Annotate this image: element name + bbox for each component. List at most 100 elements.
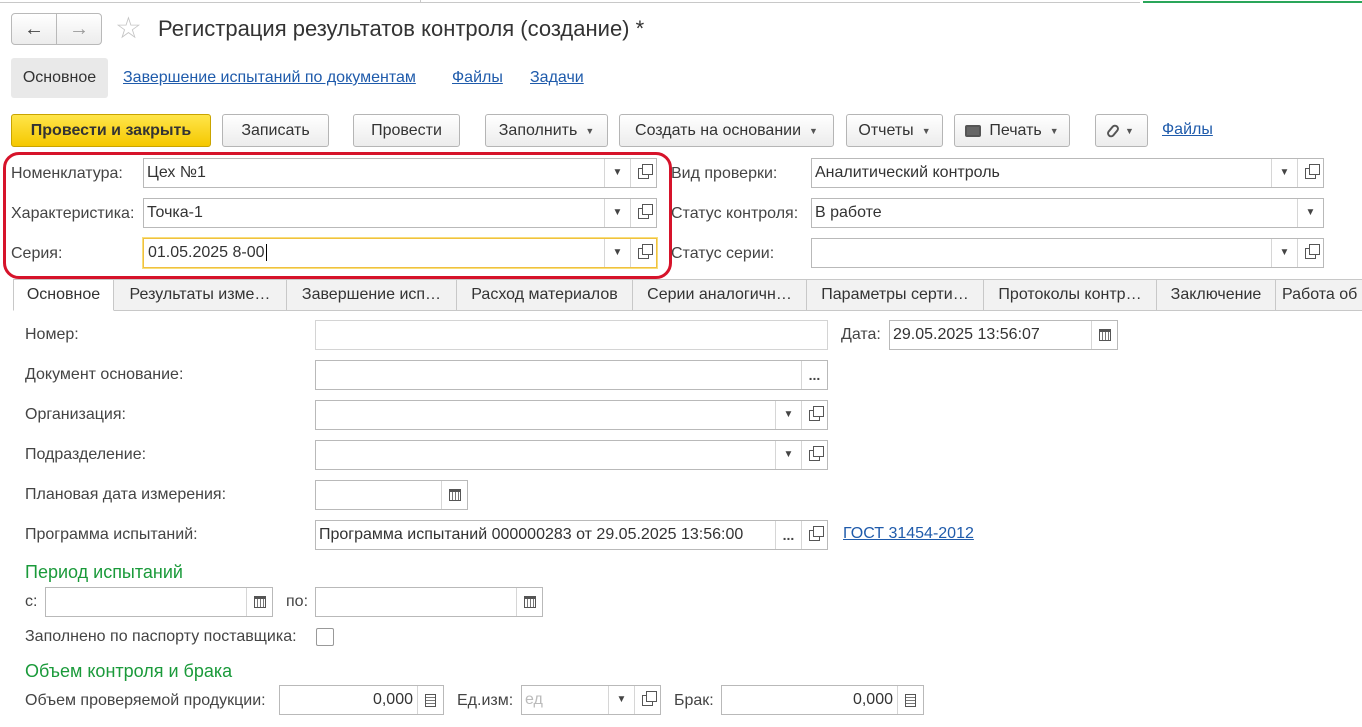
organization-open-button[interactable] [801, 401, 827, 429]
checked-volume-calculator-button[interactable] [417, 686, 443, 714]
program-value: Программа испытаний 000000283 от 29.05.2… [319, 526, 744, 543]
volume-heading: Объем контроля и брака [25, 661, 233, 681]
defect-calculator-button[interactable] [897, 686, 923, 714]
paperclip-icon [1105, 122, 1121, 139]
period-to-calendar-button[interactable] [516, 588, 542, 616]
reports-button[interactable]: Отчеты ▼ [846, 114, 943, 147]
gost-link[interactable]: ГОСТ 31454-2012 [843, 525, 974, 543]
tab-test-completion[interactable]: Завершение исп… [287, 279, 457, 311]
tab-main[interactable]: Основное [13, 279, 114, 311]
form-tabs: Основное Результаты изме… Завершение исп… [13, 279, 1362, 311]
number-field[interactable] [315, 320, 828, 350]
forward-button[interactable]: → [56, 13, 102, 45]
ellipsis-icon: ... [782, 527, 795, 543]
files-link[interactable]: Файлы [1162, 121, 1213, 139]
calculator-icon [425, 693, 436, 707]
control-status-label: Статус контроля: [671, 205, 799, 222]
number-label: Номер: [25, 326, 79, 343]
by-passport-checkbox[interactable] [316, 628, 334, 646]
base-document-field[interactable]: ... [315, 360, 828, 390]
top-tab-strip-active [1143, 0, 1362, 3]
favorite-star-icon[interactable]: ☆ [115, 13, 142, 45]
base-document-select-button[interactable]: ... [801, 361, 827, 389]
unit-field[interactable]: ед ▼ [521, 685, 661, 715]
organization-field[interactable]: ▼ [315, 400, 828, 430]
post-button[interactable]: Провести [353, 114, 460, 147]
tab-control-protocols[interactable]: Протоколы контр… [984, 279, 1157, 311]
caret-down-icon: ▼ [1305, 207, 1316, 218]
tab-similar-series[interactable]: Серии аналогичн… [633, 279, 807, 311]
attach-button[interactable]: ▼ [1095, 114, 1148, 147]
calendar-icon [1098, 329, 1111, 341]
print-button[interactable]: Печать ▼ [954, 114, 1070, 147]
date-label: Дата: [841, 326, 881, 343]
unit-placeholder: ед [525, 691, 543, 708]
tab-work[interactable]: Работа об [1276, 279, 1362, 311]
check-type-open-button[interactable] [1297, 159, 1323, 187]
date-calendar-button[interactable] [1091, 321, 1117, 349]
control-status-field[interactable]: В работе ▼ [811, 198, 1324, 228]
caret-down-icon: ▼ [1049, 125, 1059, 136]
series-status-dropdown-button[interactable]: ▼ [1271, 239, 1297, 267]
period-heading: Период испытаний [25, 562, 183, 582]
caret-down-icon: ▼ [585, 125, 595, 136]
planned-date-field[interactable]: . . [315, 480, 468, 510]
arrow-right-icon: → [69, 17, 89, 40]
open-window-icon [809, 445, 824, 461]
open-window-icon [1305, 163, 1320, 179]
save-button[interactable]: Записать [222, 114, 329, 147]
period-from-field[interactable]: . . : : [45, 587, 273, 617]
open-window-icon [642, 690, 657, 706]
planned-date-calendar-button[interactable] [441, 481, 467, 509]
department-dropdown-button[interactable]: ▼ [775, 441, 801, 469]
section-tab-tasks[interactable]: Задачи [530, 58, 584, 98]
by-passport-label: Заполнено по паспорту поставщика: [25, 628, 297, 645]
calendar-icon [523, 596, 536, 608]
caret-down-icon: ▼ [783, 409, 794, 420]
tab-conclusion[interactable]: Заключение [1157, 279, 1276, 311]
check-type-value: Аналитический контроль [815, 164, 1000, 181]
department-field[interactable]: ▼ [315, 440, 828, 470]
reports-label: Отчеты [858, 121, 914, 139]
caret-down-icon: ▼ [1125, 125, 1134, 136]
program-select-button[interactable]: ... [775, 521, 801, 549]
planned-date-label: Плановая дата измерения: [25, 486, 227, 503]
defect-label: Брак: [674, 692, 714, 709]
period-to-field[interactable]: . . : : [315, 587, 543, 617]
unit-open-button[interactable] [634, 686, 660, 714]
program-field[interactable]: Программа испытаний 000000283 от 29.05.2… [315, 520, 828, 550]
tab-certificate-params[interactable]: Параметры серти… [807, 279, 984, 311]
organization-dropdown-button[interactable]: ▼ [775, 401, 801, 429]
section-tab-main[interactable]: Основное [11, 58, 108, 98]
control-status-dropdown-button[interactable]: ▼ [1297, 199, 1323, 227]
series-status-field[interactable]: ▼ [811, 238, 1324, 268]
section-tab-completion[interactable]: Завершение испытаний по документам [123, 58, 416, 98]
window-top-strip [0, 0, 1362, 4]
section-tab-files[interactable]: Файлы [452, 58, 503, 98]
program-label: Программа испытаний: [25, 526, 198, 543]
date-field[interactable]: 29.05.2025 13:56:07 [889, 320, 1118, 350]
create-based-on-button[interactable]: Создать на основании ▼ [619, 114, 834, 147]
check-type-field[interactable]: Аналитический контроль ▼ [811, 158, 1324, 188]
caret-down-icon: ▼ [921, 125, 931, 136]
defect-field[interactable]: 0,000 [721, 685, 924, 715]
series-status-label: Статус серии: [671, 245, 775, 262]
period-from-calendar-button[interactable] [246, 588, 272, 616]
unit-dropdown-button[interactable]: ▼ [608, 686, 634, 714]
open-window-icon [1305, 243, 1320, 259]
checked-volume-value: 0,000 [372, 691, 413, 708]
back-button[interactable]: ← [11, 13, 57, 45]
date-value: 29.05.2025 13:56:07 [893, 326, 1040, 343]
tab-material-usage[interactable]: Расход материалов [457, 279, 633, 311]
check-type-dropdown-button[interactable]: ▼ [1271, 159, 1297, 187]
series-status-open-button[interactable] [1297, 239, 1323, 267]
ellipsis-icon: ... [808, 367, 821, 383]
post-and-close-button[interactable]: Провести и закрыть [11, 114, 211, 147]
fill-button[interactable]: Заполнить ▼ [485, 114, 608, 147]
control-status-value: В работе [815, 204, 882, 221]
department-open-button[interactable] [801, 441, 827, 469]
tab-measurement-results[interactable]: Результаты изме… [114, 279, 287, 311]
checked-volume-field[interactable]: 0,000 [279, 685, 444, 715]
calendar-icon [253, 596, 266, 608]
program-open-button[interactable] [801, 521, 827, 549]
